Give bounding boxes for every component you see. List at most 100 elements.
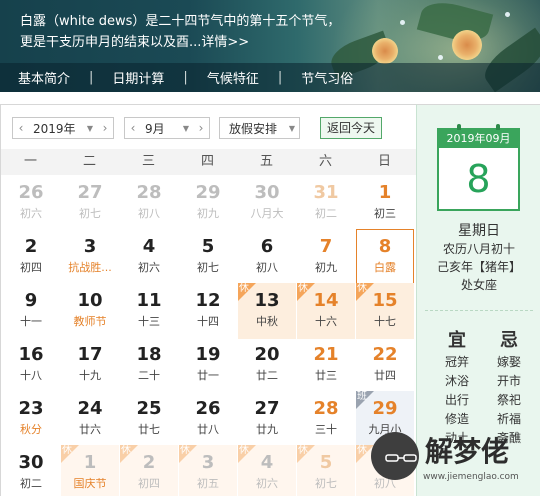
calendar-day[interactable]: 11 十三 bbox=[120, 283, 178, 339]
calendar-day[interactable]: 休 14 十六 bbox=[297, 283, 355, 339]
lunar-label: 廿三 bbox=[315, 369, 337, 382]
calendar-day[interactable]: 26 初六 bbox=[2, 175, 60, 231]
prev-year-button[interactable]: ‹ bbox=[13, 121, 29, 135]
calendar-day[interactable]: 休 4 初六 bbox=[238, 445, 296, 496]
lunar-label: 廿九 bbox=[256, 423, 278, 436]
calendar-day[interactable]: 3 抗战胜... bbox=[61, 229, 119, 285]
lunar-label: 初三 bbox=[374, 207, 396, 220]
day-number: 6 bbox=[260, 236, 274, 257]
calendar-day[interactable]: 25 廿七 bbox=[120, 391, 178, 447]
calendar-day[interactable]: 28 初八 bbox=[120, 175, 178, 231]
suitable-item: 修造 bbox=[444, 412, 469, 426]
calendar-day[interactable]: 10 教师节 bbox=[61, 283, 119, 339]
details-link[interactable]: 详情>> bbox=[201, 35, 249, 50]
calendar-day[interactable]: 20 廿二 bbox=[238, 337, 296, 393]
nav-separator: | bbox=[89, 70, 94, 85]
calendar-day[interactable]: 27 廿九 bbox=[238, 391, 296, 447]
calendar-day[interactable]: 休 2 初四 bbox=[120, 445, 178, 496]
day-number: 18 bbox=[136, 344, 162, 365]
nav-customs[interactable]: 节气习俗 bbox=[301, 68, 353, 87]
nav-climate[interactable]: 气候特征 bbox=[207, 68, 259, 87]
calendar-day[interactable]: 9 十一 bbox=[2, 283, 60, 339]
day-number: 8 bbox=[378, 236, 392, 257]
calendar-toolbar: ‹ 2019年 ▼ › ‹ 9月 ▼ › 放假安排 ▼ 返回今天 bbox=[1, 105, 417, 149]
day-number: 5 bbox=[201, 236, 215, 257]
calendar-day[interactable]: 休 5 初七 bbox=[297, 445, 355, 496]
holiday-selector[interactable]: 放假安排 ▼ bbox=[219, 117, 300, 139]
badge-label: 休 bbox=[121, 445, 131, 456]
back-to-today-button[interactable]: 返回今天 bbox=[320, 117, 382, 139]
calendar-day[interactable]: 23 秋分 bbox=[2, 391, 60, 447]
calendar-day[interactable]: 2 初四 bbox=[2, 229, 60, 285]
holiday-value: 放假安排 bbox=[229, 121, 278, 136]
weekday-sun: 日 bbox=[377, 154, 391, 169]
month-selector[interactable]: ‹ 9月 ▼ › bbox=[124, 117, 210, 139]
avoid-item: 开市 bbox=[496, 374, 521, 388]
lunar-label: 白露 bbox=[374, 261, 396, 274]
intro-line-2-text: 更是干支历申月的结束以及酉... bbox=[20, 35, 202, 50]
weekday-wed: 三 bbox=[141, 154, 155, 169]
calendar-day-selected[interactable]: 8 白露 bbox=[356, 229, 414, 285]
lunar-label: 初八 bbox=[138, 207, 160, 220]
calendar-day[interactable]: 30 八月大 bbox=[238, 175, 296, 231]
lunar-label: 初四 bbox=[20, 261, 42, 274]
lunar-label: 十九 bbox=[79, 369, 101, 382]
weekday-tue: 二 bbox=[82, 154, 96, 169]
calendar-day[interactable]: 31 初二 bbox=[297, 175, 355, 231]
day-number: 22 bbox=[372, 344, 398, 365]
calendar-day[interactable]: 26 廿八 bbox=[179, 391, 237, 447]
day-number: 3 bbox=[83, 236, 97, 257]
nav-date-calc[interactable]: 日期计算 bbox=[112, 68, 164, 87]
day-number: 9 bbox=[24, 290, 38, 311]
calendar-day[interactable]: 27 初七 bbox=[61, 175, 119, 231]
lunar-label: 初八 bbox=[256, 261, 278, 274]
day-number: 25 bbox=[136, 398, 162, 419]
calendar-day[interactable]: 22 廿四 bbox=[356, 337, 414, 393]
calendar-day[interactable]: 29 初九 bbox=[179, 175, 237, 231]
next-month-button[interactable]: › bbox=[193, 121, 209, 135]
avoid-item: 祈福 bbox=[496, 412, 521, 426]
lunar-label: 十三 bbox=[138, 315, 160, 328]
intro-line-2: 更是干支历申月的结束以及酉...详情>> bbox=[20, 32, 360, 53]
calendar-day[interactable]: 休 1 国庆节 bbox=[61, 445, 119, 496]
calendar-day[interactable]: 休 13 中秋 bbox=[238, 283, 296, 339]
calendar-day[interactable]: 16 十八 bbox=[2, 337, 60, 393]
calendar-day[interactable]: 5 初七 bbox=[179, 229, 237, 285]
lunar-label: 廿一 bbox=[197, 369, 219, 382]
badge-label: 休 bbox=[62, 445, 72, 456]
calendar-day[interactable]: 1 初三 bbox=[356, 175, 414, 231]
detail-lunar-date: 农历八月初十 bbox=[442, 242, 515, 256]
banner-dewdrop bbox=[438, 55, 443, 60]
calendar-day[interactable]: 7 初九 bbox=[297, 229, 355, 285]
prev-month-button[interactable]: ‹ bbox=[125, 121, 141, 135]
year-selector[interactable]: ‹ 2019年 ▼ › bbox=[12, 117, 114, 139]
lunar-label: 国庆节 bbox=[73, 477, 107, 490]
day-number: 17 bbox=[77, 344, 103, 365]
banner-nav: 基本简介 | 日期计算 | 气候特征 | 节气习俗 bbox=[0, 63, 540, 92]
lunar-label: 初五 bbox=[197, 477, 219, 490]
lunar-label: 初四 bbox=[138, 477, 160, 490]
avoid-item: 祭祀 bbox=[496, 393, 521, 407]
next-year-button[interactable]: › bbox=[97, 121, 113, 135]
lunar-label: 中秋 bbox=[256, 315, 278, 328]
calendar-day[interactable]: 6 初八 bbox=[238, 229, 296, 285]
calendar-day[interactable]: 18 二十 bbox=[120, 337, 178, 393]
calendar-day[interactable]: 24 廿六 bbox=[61, 391, 119, 447]
day-number: 21 bbox=[313, 344, 339, 365]
calendar-day[interactable]: 12 十四 bbox=[179, 283, 237, 339]
calendar-day[interactable]: 休 3 初五 bbox=[179, 445, 237, 496]
solar-term-intro: 白露（white dews）是二十四节气中的第十五个节气， 更是干支历申月的结束… bbox=[20, 11, 360, 53]
badge-label: 休 bbox=[239, 283, 249, 294]
lunar-label: 初七 bbox=[197, 261, 219, 274]
calendar-day[interactable]: 30 初二 bbox=[2, 445, 60, 496]
nav-basic-intro[interactable]: 基本简介 bbox=[18, 68, 70, 87]
calendar-day[interactable]: 28 三十 bbox=[297, 391, 355, 447]
calendar-day[interactable]: 17 十九 bbox=[61, 337, 119, 393]
calendar-day[interactable]: 21 廿三 bbox=[297, 337, 355, 393]
calendar-day[interactable]: 4 初六 bbox=[120, 229, 178, 285]
banner-dewdrop bbox=[505, 12, 510, 17]
calendar-day[interactable]: 休 15 十七 bbox=[356, 283, 414, 339]
calendar-day[interactable]: 19 廿一 bbox=[179, 337, 237, 393]
year-value: 2019年 bbox=[33, 121, 76, 136]
nav-separator: | bbox=[183, 70, 188, 85]
